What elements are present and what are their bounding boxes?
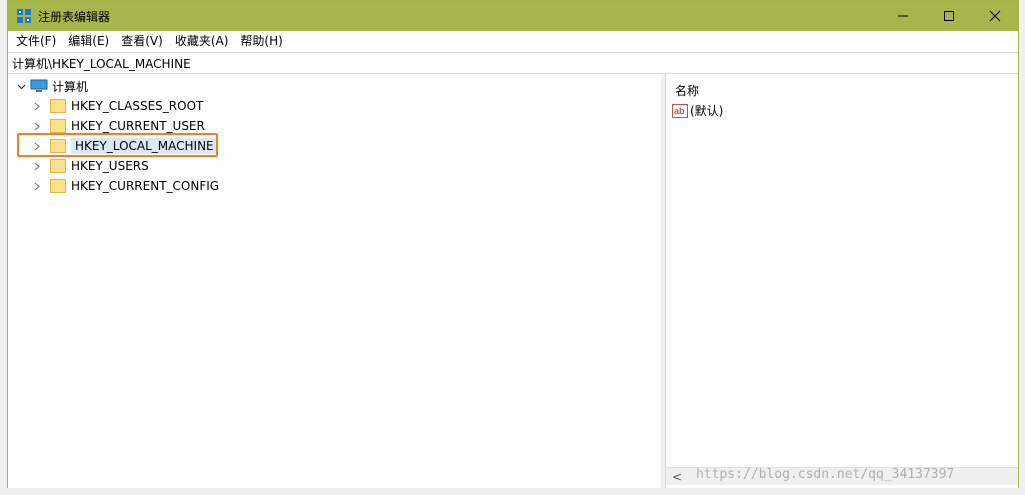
tree-item-label: HKEY_CLASSES_ROOT bbox=[71, 99, 204, 113]
maximize-button[interactable] bbox=[926, 1, 972, 31]
menu-file[interactable]: 文件(F) bbox=[10, 31, 62, 51]
svg-text:ab: ab bbox=[674, 106, 685, 116]
folder-icon bbox=[50, 179, 66, 193]
computer-icon bbox=[30, 79, 48, 92]
menu-favorites[interactable]: 收藏夹(A) bbox=[169, 31, 235, 51]
scroll-left-arrow-icon[interactable]: < bbox=[672, 470, 682, 484]
maximize-icon bbox=[944, 11, 954, 21]
address-path: 计算机\HKEY_LOCAL_MACHINE bbox=[12, 56, 191, 71]
minimize-icon bbox=[898, 15, 908, 17]
regedit-window: 注册表编辑器 文件(F) 编辑(E) 查看(V) 收藏夹(A) 帮助(H) 计算… bbox=[7, 0, 1019, 488]
menu-edit[interactable]: 编辑(E) bbox=[62, 31, 115, 51]
tree-item-label: HKEY_CURRENT_USER bbox=[71, 119, 205, 133]
folder-icon bbox=[50, 159, 66, 173]
chevron-right-icon[interactable] bbox=[30, 176, 44, 196]
values-pane[interactable]: 名称 ab (默认) bbox=[666, 74, 1018, 488]
regedit-app-icon bbox=[17, 9, 31, 23]
tree-root-computer[interactable]: 计算机 bbox=[14, 76, 88, 96]
chevron-right-icon[interactable] bbox=[30, 96, 44, 116]
tree-item-hkey-current-config[interactable]: HKEY_CURRENT_CONFIG bbox=[30, 176, 219, 196]
folder-icon bbox=[50, 119, 66, 133]
title-bar[interactable]: 注册表编辑器 bbox=[8, 1, 1018, 31]
string-value-icon: ab bbox=[672, 103, 688, 118]
close-button[interactable] bbox=[972, 1, 1018, 31]
tree-item-label: HKEY_USERS bbox=[71, 159, 149, 173]
column-header-name[interactable]: 名称 bbox=[675, 82, 699, 99]
address-bar[interactable]: 计算机\HKEY_LOCAL_MACHINE bbox=[8, 52, 1018, 74]
value-row-default[interactable]: ab (默认) bbox=[672, 102, 723, 119]
folder-icon bbox=[50, 99, 66, 113]
menu-bar: 文件(F) 编辑(E) 查看(V) 收藏夹(A) 帮助(H) bbox=[8, 31, 1018, 51]
value-name: (默认) bbox=[690, 104, 724, 118]
minimize-button[interactable] bbox=[880, 1, 926, 31]
menu-help[interactable]: 帮助(H) bbox=[234, 31, 288, 51]
window-controls bbox=[880, 1, 1018, 31]
window-title: 注册表编辑器 bbox=[38, 9, 111, 24]
tree-root-label: 计算机 bbox=[52, 79, 89, 94]
close-icon bbox=[989, 10, 1001, 22]
tree-item-label: HKEY_CURRENT_CONFIG bbox=[71, 179, 220, 193]
selection-highlight-box bbox=[17, 133, 218, 157]
watermark-text: https://blog.csdn.net/qq_34137397 bbox=[696, 467, 955, 482]
chevron-down-icon[interactable] bbox=[14, 76, 28, 96]
tree-item-hkey-classes-root[interactable]: HKEY_CLASSES_ROOT bbox=[30, 96, 203, 116]
tree-item-hkey-users[interactable]: HKEY_USERS bbox=[30, 156, 149, 176]
chevron-right-icon[interactable] bbox=[30, 156, 44, 176]
menu-view[interactable]: 查看(V) bbox=[115, 31, 169, 51]
